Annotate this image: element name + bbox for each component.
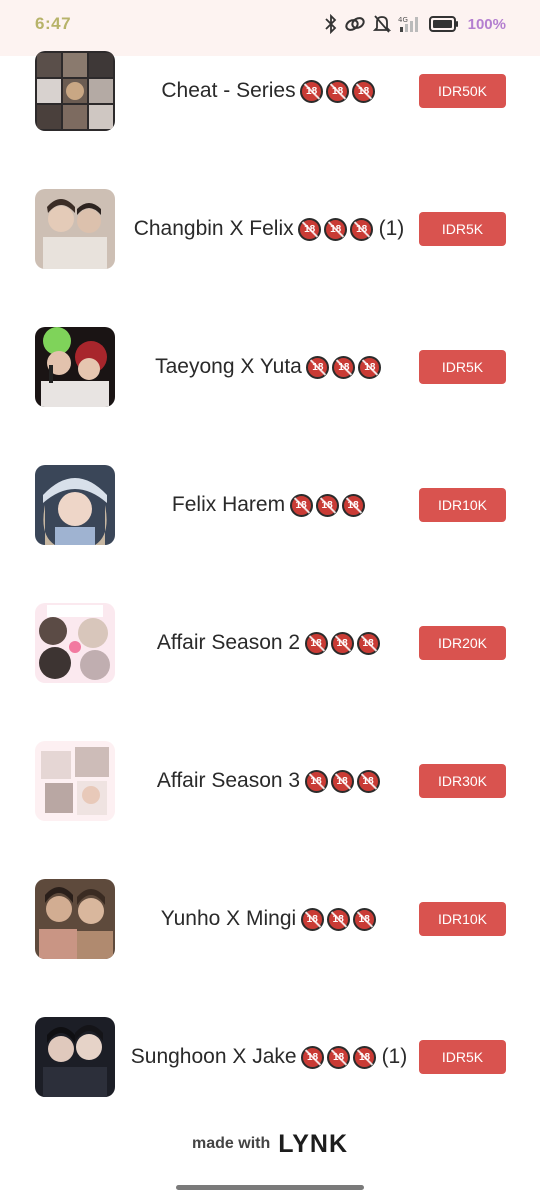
home-indicator[interactable] [176, 1185, 364, 1190]
product-thumbnail[interactable] [35, 603, 115, 683]
made-with-label: made with [192, 1135, 271, 1152]
age-18-icon [352, 79, 376, 103]
bell-muted-icon [372, 15, 391, 33]
list-item[interactable]: Taeyong X Yuta IDR5K [0, 327, 540, 409]
product-title-text: Felix Harem [171, 493, 286, 516]
age-18-icon [306, 355, 330, 379]
price-button[interactable]: IDR10K [419, 902, 506, 936]
list-item[interactable]: Cheat - Series IDR50K [0, 51, 540, 133]
price-button[interactable]: IDR5K [419, 1040, 506, 1074]
age-18-icon [350, 217, 374, 241]
product-title[interactable]: Taeyong X Yuta [123, 327, 415, 407]
product-title[interactable]: Sunghoon X Jake (1) [123, 1017, 415, 1097]
product-title-text: Affair Season 3 [156, 769, 301, 792]
footer: made with LYNK [0, 1124, 540, 1164]
age-18-icon [324, 217, 348, 241]
product-title-text: Changbin X Felix [133, 217, 294, 240]
product-thumbnail[interactable] [35, 189, 115, 269]
bluetooth-icon [324, 14, 336, 34]
product-thumbnail[interactable] [35, 741, 115, 821]
product-title[interactable]: Changbin X Felix (1) [123, 189, 415, 269]
age-18-icon [341, 493, 365, 517]
age-18-icon [289, 493, 313, 517]
svg-text:4G: 4G [398, 16, 408, 24]
product-title-suffix: (1) [378, 217, 405, 240]
age-18-icon [300, 79, 324, 103]
age-18-icon [326, 907, 350, 931]
age-18-icon [301, 1045, 325, 1069]
product-title-text: Sunghoon X Jake [130, 1045, 297, 1068]
list-item[interactable]: Felix Harem IDR10K [0, 465, 540, 547]
product-thumbnail[interactable] [35, 465, 115, 545]
product-thumbnail[interactable] [35, 51, 115, 131]
price-button[interactable]: IDR20K [419, 626, 506, 660]
age-18-icon [356, 631, 380, 655]
age-18-icon [300, 907, 324, 931]
list-item[interactable]: Yunho X Mingi IDR10K [0, 879, 540, 961]
product-title-suffix: (1) [381, 1045, 408, 1068]
list-item[interactable]: Changbin X Felix (1) IDR5K [0, 189, 540, 271]
list-item[interactable]: Sunghoon X Jake (1) IDR5K [0, 1017, 540, 1099]
list-item[interactable]: Affair Season 3 IDR30K [0, 741, 540, 823]
product-title[interactable]: Cheat - Series [123, 51, 415, 131]
age-18-icon [327, 1045, 351, 1069]
age-18-icon [326, 79, 350, 103]
product-thumbnail[interactable] [35, 327, 115, 407]
product-title-text: Yunho X Mingi [160, 907, 297, 930]
age-18-icon [358, 355, 382, 379]
link-icon [344, 17, 365, 31]
price-button[interactable]: IDR30K [419, 764, 506, 798]
age-18-icon [353, 1045, 377, 1069]
age-18-icon [330, 769, 354, 793]
age-18-icon [352, 907, 376, 931]
status-bar: 6:47 4G 100% [0, 0, 540, 56]
signal-icon: 4G [398, 16, 418, 32]
age-18-icon [356, 769, 380, 793]
status-icons: 4G 100% [324, 14, 506, 34]
price-button[interactable]: IDR5K [419, 212, 506, 246]
status-time: 6:47 [35, 14, 72, 33]
list-item[interactable]: Affair Season 2 IDR20K [0, 603, 540, 685]
product-title-text: Taeyong X Yuta [155, 355, 302, 378]
price-button[interactable]: IDR10K [419, 488, 506, 522]
price-button[interactable]: IDR50K [419, 74, 506, 108]
age-18-icon [315, 493, 339, 517]
product-thumbnail[interactable] [35, 1017, 115, 1097]
price-button[interactable]: IDR5K [419, 350, 506, 384]
battery-icon [428, 16, 458, 32]
age-18-icon [304, 631, 328, 655]
product-title[interactable]: Yunho X Mingi [123, 879, 415, 959]
product-title-text: Cheat - Series [161, 79, 296, 102]
product-title-text: Affair Season 2 [156, 631, 301, 654]
age-18-icon [304, 769, 328, 793]
age-18-icon [298, 217, 322, 241]
battery-percent: 100% [467, 15, 506, 33]
age-18-icon [332, 355, 356, 379]
lynk-logo[interactable]: LYNK [278, 1130, 348, 1159]
product-title[interactable]: Affair Season 3 [123, 741, 415, 821]
product-title[interactable]: Felix Harem [123, 465, 415, 545]
age-18-icon [330, 631, 354, 655]
product-title[interactable]: Affair Season 2 [123, 603, 415, 683]
product-thumbnail[interactable] [35, 879, 115, 959]
